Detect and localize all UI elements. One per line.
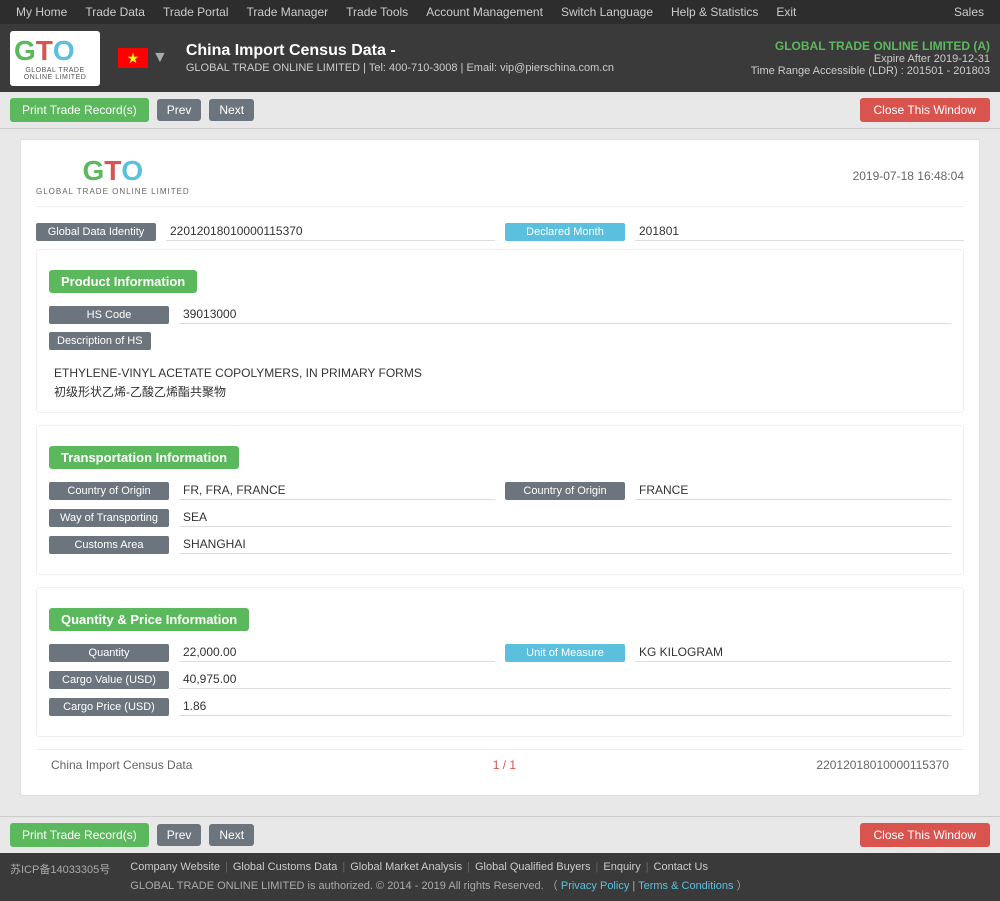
customs-value: SHANGHAI	[179, 535, 951, 554]
card-footer-center: 1 / 1	[493, 758, 516, 772]
record-logo-sub: GLOBAL TRADE ONLINE LIMITED	[36, 187, 190, 196]
close-button-bottom[interactable]: Close This Window	[860, 823, 990, 847]
quantity-row: Quantity 22,000.00 Unit of Measure KG KI…	[49, 643, 951, 662]
hs-code-row: HS Code 39013000	[49, 305, 951, 324]
global-data-identity-row: Global Data Identity 2201201801000011537…	[36, 222, 964, 241]
cargo-value-row: Cargo Value (USD) 40,975.00	[49, 670, 951, 689]
transport-section: Transportation Information Country of Or…	[36, 425, 964, 575]
logo-area: GTO GLOBAL TRADE ONLINE LIMITED ★ ▼ Chin…	[10, 31, 614, 86]
bottom-toolbar: Print Trade Record(s) Prev Next Close Th…	[0, 816, 1000, 853]
nav-my-home[interactable]: My Home	[8, 0, 75, 24]
hs-code-label: HS Code	[49, 306, 169, 324]
quantity-section: Quantity & Price Information Quantity 22…	[36, 587, 964, 737]
flag-area: ★ ▼	[118, 48, 168, 68]
logo-box: GTO GLOBAL TRADE ONLINE LIMITED	[10, 31, 100, 86]
page-title: China Import Census Data -	[186, 42, 614, 60]
prev-button-top[interactable]: Prev	[157, 99, 202, 121]
nav-trade-tools[interactable]: Trade Tools	[338, 0, 416, 24]
next-button-top[interactable]: Next	[209, 99, 254, 121]
top-toolbar: Print Trade Record(s) Prev Next Close Th…	[0, 92, 1000, 129]
card-footer-left: China Import Census Data	[51, 758, 192, 772]
nav-items: My Home Trade Data Trade Portal Trade Ma…	[8, 0, 804, 24]
desc-of-hs-label: Description of HS	[49, 332, 151, 350]
declared-month-label: Declared Month	[505, 223, 625, 241]
card-footer: China Import Census Data 1 / 1 220120180…	[36, 749, 964, 780]
quantity-label: Quantity	[49, 644, 169, 662]
nav-trade-data[interactable]: Trade Data	[77, 0, 153, 24]
nav-right-sales: Sales	[954, 5, 992, 19]
declared-month-value: 201801	[635, 222, 964, 241]
global-data-identity-value: 22012018010000115370	[166, 222, 495, 241]
footer-company-website[interactable]: Company Website	[130, 861, 220, 873]
top-nav: My Home Trade Data Trade Portal Trade Ma…	[0, 0, 1000, 24]
global-data-identity-label: Global Data Identity	[36, 223, 156, 241]
header-right: GLOBAL TRADE ONLINE LIMITED (A) Expire A…	[751, 39, 990, 77]
cargo-price-row: Cargo Price (USD) 1.86	[49, 697, 951, 716]
nav-exit[interactable]: Exit	[768, 0, 804, 24]
quantity-value: 22,000.00	[179, 643, 495, 662]
main-content: GTO GLOBAL TRADE ONLINE LIMITED 2019-07-…	[0, 129, 1000, 816]
cargo-price-label: Cargo Price (USD)	[49, 698, 169, 716]
header-title-area: China Import Census Data - GLOBAL TRADE …	[186, 42, 614, 74]
header-subtitle: GLOBAL TRADE ONLINE LIMITED | Tel: 400-7…	[186, 62, 614, 74]
desc-english: ETHYLENE-VINYL ACETATE COPOLYMERS, IN PR…	[54, 366, 951, 380]
product-section-header: Product Information	[49, 270, 197, 293]
print-button-top[interactable]: Print Trade Record(s)	[10, 98, 149, 122]
quantity-section-header: Quantity & Price Information	[49, 608, 249, 631]
country-origin1-value: FR, FRA, FRANCE	[179, 481, 495, 500]
product-section: Product Information HS Code 39013000 Des…	[36, 249, 964, 413]
country-origin2-value: FRANCE	[635, 481, 951, 500]
close-button-top[interactable]: Close This Window	[860, 98, 990, 122]
icp-number: 苏ICP备14033305号	[10, 861, 110, 877]
next-button-bottom[interactable]: Next	[209, 824, 254, 846]
record-logo: GTO GLOBAL TRADE ONLINE LIMITED	[36, 155, 190, 196]
record-header: GTO GLOBAL TRADE ONLINE LIMITED 2019-07-…	[36, 155, 964, 207]
unit-label: Unit of Measure	[505, 644, 625, 662]
record-card: GTO GLOBAL TRADE ONLINE LIMITED 2019-07-…	[20, 139, 980, 796]
customs-label: Customs Area	[49, 536, 169, 554]
footer-global-customs[interactable]: Global Customs Data	[233, 861, 338, 873]
way-value: SEA	[179, 508, 951, 527]
desc-chinese: 初级形状乙烯-乙酸乙烯酯共聚物	[54, 383, 951, 400]
nav-trade-manager[interactable]: Trade Manager	[239, 0, 337, 24]
nav-help-stats[interactable]: Help & Statistics	[663, 0, 766, 24]
nav-account-mgmt[interactable]: Account Management	[418, 0, 551, 24]
cargo-price-value: 1.86	[179, 697, 951, 716]
country-origin2-label: Country of Origin	[505, 482, 625, 500]
footer-enquiry[interactable]: Enquiry	[603, 861, 640, 873]
china-flag: ★	[118, 48, 148, 68]
hs-code-value: 39013000	[179, 305, 951, 324]
terms-conditions-link[interactable]: Terms & Conditions	[638, 880, 733, 892]
unit-value: KG KILOGRAM	[635, 643, 951, 662]
footer-links: Company Website | Global Customs Data | …	[130, 861, 990, 873]
print-button-bottom[interactable]: Print Trade Record(s)	[10, 823, 149, 847]
nav-trade-portal[interactable]: Trade Portal	[155, 0, 237, 24]
card-footer-right: 22012018010000115370	[816, 758, 949, 772]
expire-date: Expire After 2019-12-31	[751, 53, 990, 65]
flag-dropdown-icon[interactable]: ▼	[152, 49, 168, 67]
footer-copyright: GLOBAL TRADE ONLINE LIMITED is authorize…	[130, 877, 990, 893]
site-footer: 苏ICP备14033305号 Company Website | Global …	[0, 853, 1000, 901]
header: GTO GLOBAL TRADE ONLINE LIMITED ★ ▼ Chin…	[0, 24, 1000, 92]
company-name: GLOBAL TRADE ONLINE LIMITED (A)	[751, 39, 990, 53]
cargo-value-label: Cargo Value (USD)	[49, 671, 169, 689]
customs-area-row: Customs Area SHANGHAI	[49, 535, 951, 554]
cargo-value-value: 40,975.00	[179, 670, 951, 689]
transport-section-header: Transportation Information	[49, 446, 239, 469]
way-of-transporting-row: Way of Transporting SEA	[49, 508, 951, 527]
footer-global-qualified[interactable]: Global Qualified Buyers	[475, 861, 591, 873]
way-label: Way of Transporting	[49, 509, 169, 527]
privacy-policy-link[interactable]: Privacy Policy	[561, 880, 629, 892]
country-origin1-label: Country of Origin	[49, 482, 169, 500]
nav-switch-lang[interactable]: Switch Language	[553, 0, 661, 24]
footer-global-market[interactable]: Global Market Analysis	[350, 861, 462, 873]
record-timestamp: 2019-07-18 16:48:04	[853, 169, 964, 183]
country-origin-row: Country of Origin FR, FRA, FRANCE Countr…	[49, 481, 951, 500]
ldr-range: Time Range Accessible (LDR) : 201501 - 2…	[751, 65, 990, 77]
prev-button-bottom[interactable]: Prev	[157, 824, 202, 846]
footer-contact[interactable]: Contact Us	[654, 861, 708, 873]
